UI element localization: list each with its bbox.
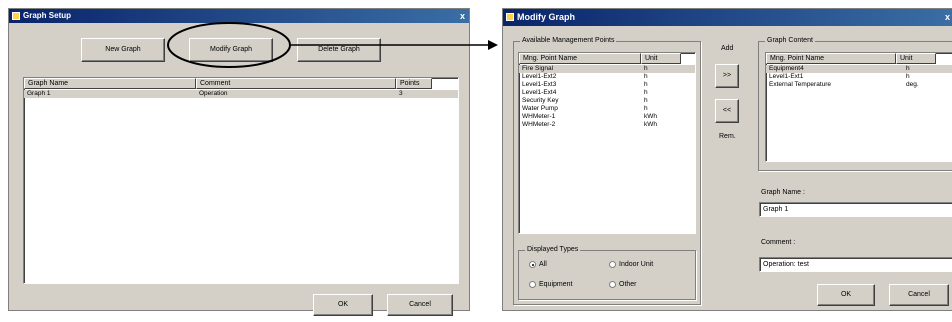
point-unit: h bbox=[644, 65, 648, 72]
table-row[interactable]: Graph 1 Operation 3 bbox=[24, 90, 458, 98]
point-name: Security Key bbox=[522, 97, 559, 104]
remove-point-button[interactable]: << bbox=[715, 99, 739, 123]
modify-graph-window: Modify Graph x Available Management Poin… bbox=[502, 8, 952, 311]
point-name: WHMeter-1 bbox=[522, 113, 556, 120]
point-unit: h bbox=[644, 73, 648, 80]
radio-all[interactable] bbox=[529, 261, 536, 268]
list-item[interactable]: Level1-Ext3 h bbox=[519, 81, 695, 89]
list-item[interactable]: External Temperature deg. bbox=[766, 81, 952, 89]
modify-graph-button[interactable]: Modify Graph bbox=[189, 38, 273, 62]
point-name: Fire Signal bbox=[522, 65, 554, 72]
comment-field[interactable]: Operation: test bbox=[759, 257, 952, 272]
column-header-points[interactable]: Points bbox=[396, 78, 432, 89]
point-unit: h bbox=[906, 73, 910, 80]
app-icon bbox=[506, 13, 514, 21]
list-item[interactable]: WHMeter-1 kWh bbox=[519, 113, 695, 121]
point-unit: kWh bbox=[644, 113, 657, 120]
column-header-unit[interactable]: Unit bbox=[641, 53, 681, 64]
point-unit: h bbox=[644, 89, 648, 96]
add-label: Add bbox=[721, 45, 734, 52]
graph-setup-window: Graph Setup x New Graph Modify Graph Del… bbox=[8, 8, 470, 316]
graph-content-list[interactable]: Mng. Point Name Unit Equipment4 h Level1… bbox=[765, 52, 952, 162]
list-item[interactable]: Water Pump h bbox=[519, 105, 695, 113]
point-name: External Temperature bbox=[769, 81, 832, 88]
list-item[interactable]: Equipment4 h bbox=[766, 65, 952, 73]
graph-setup-titlebar: Graph Setup x bbox=[9, 9, 469, 23]
cancel-button[interactable]: Cancel bbox=[387, 294, 453, 316]
new-graph-button[interactable]: New Graph bbox=[81, 38, 165, 62]
close-icon[interactable]: x bbox=[945, 9, 950, 26]
rem-label: Rem. bbox=[719, 133, 736, 140]
row-points: 3 bbox=[399, 90, 403, 97]
list-item[interactable]: Level1-Ext2 h bbox=[519, 73, 695, 81]
point-unit: h bbox=[644, 105, 648, 112]
point-name: Water Pump bbox=[522, 105, 558, 112]
list-item[interactable]: WHMeter-2 kWh bbox=[519, 121, 695, 129]
radio-equipment-label: Equipment bbox=[539, 281, 573, 288]
ok-button[interactable]: OK bbox=[313, 294, 373, 316]
radio-equipment[interactable] bbox=[529, 281, 536, 288]
add-point-button[interactable]: >> bbox=[715, 64, 739, 88]
point-name: Equipment4 bbox=[769, 65, 804, 72]
point-name: Level1-Ext2 bbox=[522, 73, 557, 80]
point-name: Level1-Ext4 bbox=[522, 89, 557, 96]
comment-value: Operation: test bbox=[763, 261, 809, 268]
available-points-label: Available Management Points bbox=[520, 37, 617, 44]
graph-content-label: Graph Content bbox=[765, 37, 815, 44]
radio-indoor-unit[interactable] bbox=[609, 261, 616, 268]
list-item[interactable]: Security Key h bbox=[519, 97, 695, 105]
graph-name-label: Graph Name : bbox=[761, 189, 805, 196]
point-unit: h bbox=[644, 81, 648, 88]
column-header-unit[interactable]: Unit bbox=[896, 53, 936, 64]
row-graph-name: Graph 1 bbox=[27, 90, 51, 97]
radio-other-label: Other bbox=[619, 281, 637, 288]
radio-all-label: All bbox=[539, 261, 547, 268]
graph-content-group: Graph Content Mng. Point Name Unit Equip… bbox=[758, 37, 952, 171]
point-name: Level1-Ext1 bbox=[769, 73, 804, 80]
column-header-graph-name[interactable]: Graph Name bbox=[24, 78, 196, 89]
list-item[interactable]: Level1-Ext1 h bbox=[766, 73, 952, 81]
column-header-point-name[interactable]: Mng. Point Name bbox=[519, 53, 641, 64]
ok-button[interactable]: OK bbox=[817, 284, 875, 306]
displayed-types-label: Displayed Types bbox=[525, 246, 581, 253]
available-points-list[interactable]: Mng. Point Name Unit Fire Signal h Level… bbox=[518, 52, 696, 234]
graph-name-field[interactable]: Graph 1 bbox=[759, 202, 952, 217]
close-icon[interactable]: x bbox=[460, 9, 465, 23]
column-header-point-name[interactable]: Mng. Point Name bbox=[766, 53, 896, 64]
point-unit: h bbox=[644, 97, 648, 104]
graph-list[interactable]: Graph Name Comment Points Graph 1 Operat… bbox=[23, 77, 459, 284]
delete-graph-button[interactable]: Delete Graph bbox=[297, 38, 381, 62]
radio-indoor-unit-label: Indoor Unit bbox=[619, 261, 654, 268]
modify-graph-title: Modify Graph bbox=[517, 12, 575, 22]
available-points-group: Available Management Points Mng. Point N… bbox=[513, 37, 701, 305]
radio-other[interactable] bbox=[609, 281, 616, 288]
point-unit: kWh bbox=[644, 121, 657, 128]
graph-name-value: Graph 1 bbox=[763, 206, 789, 213]
modify-graph-titlebar: Modify Graph x bbox=[503, 9, 952, 26]
column-header-comment[interactable]: Comment bbox=[196, 78, 396, 89]
displayed-types-group: Displayed Types All Indoor Unit Equipmen… bbox=[518, 246, 696, 300]
cancel-button[interactable]: Cancel bbox=[889, 284, 949, 306]
row-comment: Operation bbox=[199, 90, 228, 97]
point-unit: h bbox=[906, 65, 910, 72]
point-name: Level1-Ext3 bbox=[522, 81, 557, 88]
graph-setup-title: Graph Setup bbox=[23, 11, 72, 20]
app-icon bbox=[12, 12, 20, 20]
point-name: WHMeter-2 bbox=[522, 121, 556, 128]
point-unit: deg. bbox=[906, 81, 919, 88]
list-item[interactable]: Level1-Ext4 h bbox=[519, 89, 695, 97]
arrow-head-icon bbox=[488, 40, 498, 50]
list-item[interactable]: Fire Signal h bbox=[519, 65, 695, 73]
comment-label: Comment : bbox=[761, 239, 796, 246]
